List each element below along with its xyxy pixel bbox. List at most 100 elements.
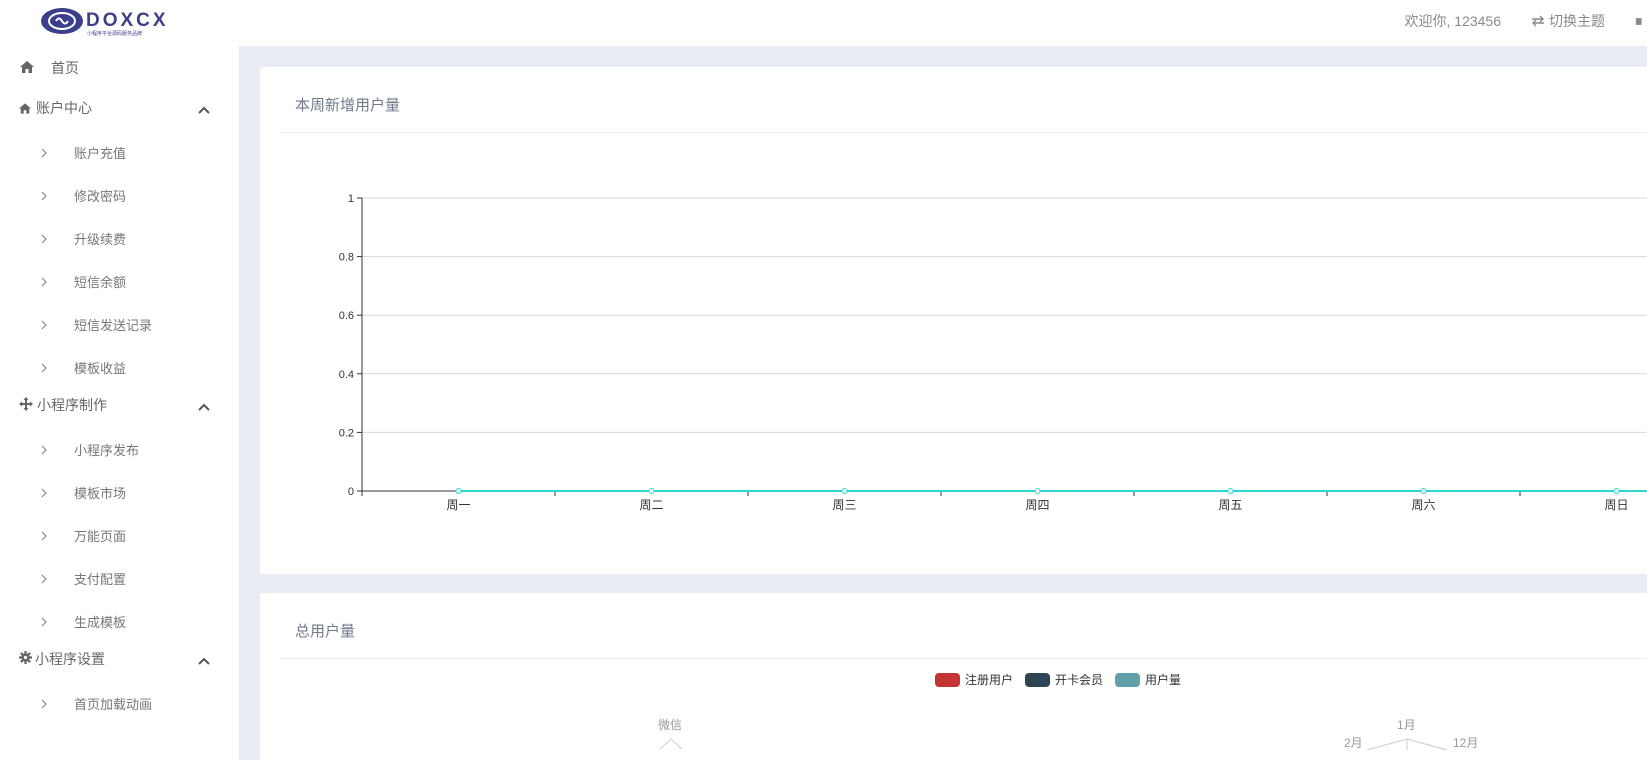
data-point	[455, 488, 462, 494]
weekly-users-card: 本周新增用户量 0 0.2 0.4 0.6 0.8 1 周一 周二 周三 周四 周五 周六 周日	[260, 67, 1647, 574]
sidebar-item-generate-template[interactable]: 生成模板	[0, 610, 240, 630]
sidebar-item-label: 生成模板	[74, 615, 127, 630]
x-tick-label: 周六	[1411, 498, 1435, 512]
logo-icon: DOXCX 小程序平台源码服务品牌	[41, 8, 169, 37]
sidebar-group-label: 账户中心	[36, 100, 92, 116]
legend-swatch	[1115, 672, 1141, 687]
welcome-text: 欢迎你, 123456	[1404, 13, 1502, 29]
chevron-right-icon	[41, 529, 47, 544]
sidebar-group-account[interactable]: 账户中心	[0, 96, 240, 118]
home-icon	[20, 60, 34, 76]
sidebar-item-label: 模板收益	[74, 361, 127, 376]
chevron-right-icon	[41, 232, 47, 247]
sidebar-item-label: 短信发送记录	[74, 318, 153, 333]
main-content: 本周新增用户量 0 0.2 0.4 0.6 0.8 1 周一 周二 周三 周四 周五 周六 周日 总用户…	[240, 46, 1647, 760]
switch-theme-button[interactable]: 切换主题	[1531, 11, 1605, 31]
sidebar-item-label: 首页	[51, 60, 79, 76]
move-icon	[19, 397, 33, 414]
sidebar-item-home[interactable]: 首页	[0, 56, 240, 78]
sidebar-item-loading-animation[interactable]: 首页加载动画	[0, 692, 240, 712]
sidebar-item-label: 万能页面	[74, 529, 127, 544]
chart-legend: 注册用户 开卡会员 用户量	[935, 671, 1193, 688]
sidebar-item-label: 账户充值	[74, 146, 127, 161]
chevron-right-icon	[41, 615, 47, 630]
sidebar-item-universal-page[interactable]: 万能页面	[0, 524, 240, 544]
sidebar-item-label: 小程序发布	[74, 443, 140, 458]
sidebar-item-miniapp-publish[interactable]: 小程序发布	[0, 438, 240, 458]
chevron-up-icon[interactable]	[198, 398, 210, 414]
sidebar-item-template-market[interactable]: 模板市场	[0, 481, 240, 501]
chevron-right-icon	[41, 486, 47, 501]
logo[interactable]: DOXCX 小程序平台源码服务品牌	[40, 4, 200, 38]
divider	[280, 658, 1647, 659]
data-point	[648, 488, 655, 494]
pie-label-december: 12月	[1453, 736, 1479, 750]
sidebar-item-sms-records[interactable]: 短信发送记录	[0, 313, 240, 333]
sidebar-item-label: 升级续费	[74, 232, 127, 247]
chevron-right-icon	[41, 318, 47, 333]
sidebar-group-miniapp-build[interactable]: 小程序制作	[0, 393, 240, 415]
chevron-right-icon	[41, 275, 47, 290]
y-tick-label: 0.2	[339, 427, 354, 439]
chevron-right-icon	[41, 443, 47, 458]
data-point	[1034, 488, 1041, 494]
legend-label: 开卡会员	[1055, 673, 1104, 687]
pie-label-january: 1月	[1397, 718, 1416, 732]
sidebar-item-payment-config[interactable]: 支付配置	[0, 567, 240, 587]
logo-subtext: 小程序平台源码服务品牌	[87, 30, 142, 37]
pie-leader-line	[659, 738, 683, 749]
chevron-right-icon	[41, 697, 47, 712]
sidebar: 首页 账户中心 账户充值 修改密码 升级续费 短信余额 短信发送记录 模板收益	[0, 46, 240, 760]
y-tick-label: 0.8	[339, 252, 354, 264]
y-tick-label: 0.6	[339, 310, 354, 322]
chevron-up-icon[interactable]	[198, 652, 210, 668]
sidebar-group-label: 小程序制作	[37, 397, 107, 413]
sidebar-item-label: 修改密码	[74, 189, 127, 204]
legend-label: 注册用户	[965, 673, 1014, 687]
y-tick-label: 1	[348, 193, 354, 205]
sidebar-item-upgrade[interactable]: 升级续费	[0, 227, 240, 247]
chevron-up-icon[interactable]	[198, 101, 210, 117]
legend-swatch	[1025, 672, 1051, 687]
total-users-card: 总用户量 注册用户 开卡会员 用户量 微信 1月 2月 12月	[260, 593, 1647, 760]
sidebar-item-change-password[interactable]: 修改密码	[0, 184, 240, 204]
sidebar-item-recharge[interactable]: 账户充值	[0, 141, 240, 161]
x-tick-label: 周五	[1218, 498, 1242, 512]
top-header: DOXCX 小程序平台源码服务品牌 欢迎你, 123456 切换主题	[0, 0, 1647, 46]
legend-item-card-members[interactable]: 开卡会员	[1025, 671, 1103, 688]
pie-label-february: 2月	[1344, 736, 1363, 750]
data-point	[1227, 488, 1234, 494]
legend-item-registered[interactable]: 注册用户	[935, 671, 1013, 688]
sidebar-item-label: 首页加载动画	[74, 697, 153, 712]
sidebar-item-template-income[interactable]: 模板收益	[0, 356, 240, 376]
card-title: 总用户量	[295, 623, 356, 640]
sidebar-item-label: 短信余额	[74, 275, 127, 290]
weekly-users-chart: 0 0.2 0.4 0.6 0.8 1 周一 周二 周三 周四 周五 周六 周日	[339, 193, 1647, 512]
sidebar-item-sms-balance[interactable]: 短信余额	[0, 270, 240, 290]
legend-item-user-count[interactable]: 用户量	[1115, 671, 1181, 688]
data-point	[841, 488, 848, 494]
pie-leader-lines	[1366, 738, 1448, 750]
sidebar-group-miniapp-settings[interactable]: 小程序设置	[0, 647, 240, 669]
y-tick-label: 0.4	[339, 369, 354, 381]
switch-theme-label: 切换主题	[1549, 13, 1605, 29]
header-actions: 欢迎你, 123456 切换主题	[1405, 10, 1647, 32]
book-icon[interactable]	[1635, 15, 1647, 28]
data-point	[1420, 488, 1427, 494]
x-tick-label: 周四	[1025, 498, 1049, 512]
x-tick-label: 周一	[446, 498, 470, 512]
sidebar-item-label: 支付配置	[74, 572, 127, 587]
gear-icon	[19, 651, 32, 667]
logo-text: DOXCX	[86, 10, 169, 31]
exchange-icon	[1532, 15, 1544, 27]
x-tick-label: 周二	[639, 498, 663, 512]
x-tick-label: 周日	[1604, 498, 1628, 512]
home-icon	[19, 101, 31, 117]
sidebar-group-label: 小程序设置	[35, 651, 105, 667]
chevron-right-icon	[41, 189, 47, 204]
legend-swatch	[935, 672, 960, 687]
legend-label: 用户量	[1145, 673, 1182, 687]
chevron-right-icon	[41, 361, 47, 376]
data-point	[1613, 488, 1620, 494]
sidebar-item-label: 模板市场	[74, 486, 127, 501]
